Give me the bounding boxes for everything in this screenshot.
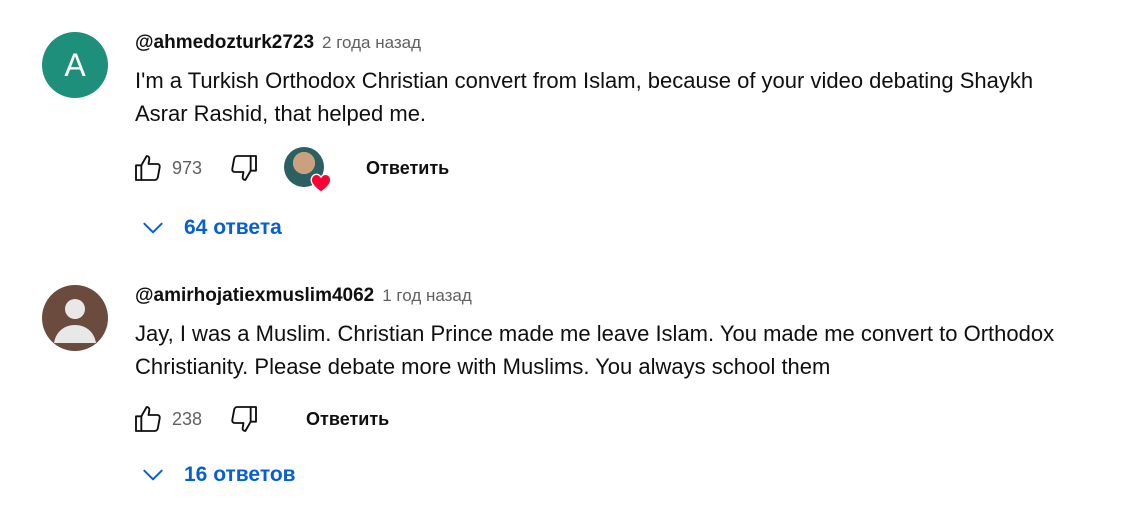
comment-text-line: I'm a Turkish Orthodox Christian convert…	[135, 68, 1034, 93]
comment-actions: 973 Ответить	[128, 147, 449, 193]
like-count: 238	[172, 408, 203, 429]
comment-text-line: Jay, I was a Muslim. Christian Prince ma…	[135, 321, 1055, 346]
replies-count: 64 ответа	[184, 216, 282, 239]
author-name[interactable]: @ahmedozturk2723	[135, 32, 314, 54]
comment-text: Jay, I was a Muslim. Christian Prince ma…	[135, 317, 1115, 383]
like-count: 973	[172, 157, 203, 178]
comment-text: I'm a Turkish Orthodox Christian convert…	[135, 64, 1115, 130]
comment-header: @ahmedozturk2723 2 года назад	[135, 32, 421, 58]
author-name[interactable]: @amirhojatiexmuslim4062	[135, 285, 374, 307]
chevron-down-icon	[143, 469, 163, 481]
chevron-down-icon	[143, 222, 163, 234]
comment-actions: 238 Ответить	[128, 399, 389, 439]
avatar[interactable]	[42, 285, 108, 351]
comment-text-line: Christianity. Please debate more with Mu…	[135, 354, 831, 379]
avatar[interactable]: A	[42, 32, 108, 98]
dislike-button[interactable]	[224, 399, 264, 439]
default-user-icon	[54, 299, 96, 343]
thumb-down-icon	[231, 155, 257, 181]
reply-button[interactable]: Ответить	[306, 401, 389, 438]
like-button[interactable]	[128, 148, 168, 188]
view-replies-button[interactable]: 16 ответов	[140, 457, 296, 493]
thumb-up-icon	[135, 155, 161, 181]
heart-icon	[310, 173, 332, 193]
comment-timestamp[interactable]: 1 год назад	[382, 286, 472, 306]
replies-count: 16 ответов	[184, 463, 296, 486]
comment-header: @amirhojatiexmuslim4062 1 год назад	[135, 285, 472, 311]
comment-text-line: Asrar Rashid, that helped me.	[135, 101, 427, 126]
like-button[interactable]	[128, 399, 168, 439]
comment-timestamp[interactable]: 2 года назад	[322, 33, 421, 53]
thumb-down-icon	[231, 406, 257, 432]
view-replies-button[interactable]: 64 ответа	[140, 210, 282, 246]
dislike-button[interactable]	[224, 148, 264, 188]
avatar-letter: A	[64, 46, 86, 83]
thumb-up-icon	[135, 406, 161, 432]
reply-button[interactable]: Ответить	[366, 150, 449, 187]
creator-heart	[284, 147, 332, 193]
